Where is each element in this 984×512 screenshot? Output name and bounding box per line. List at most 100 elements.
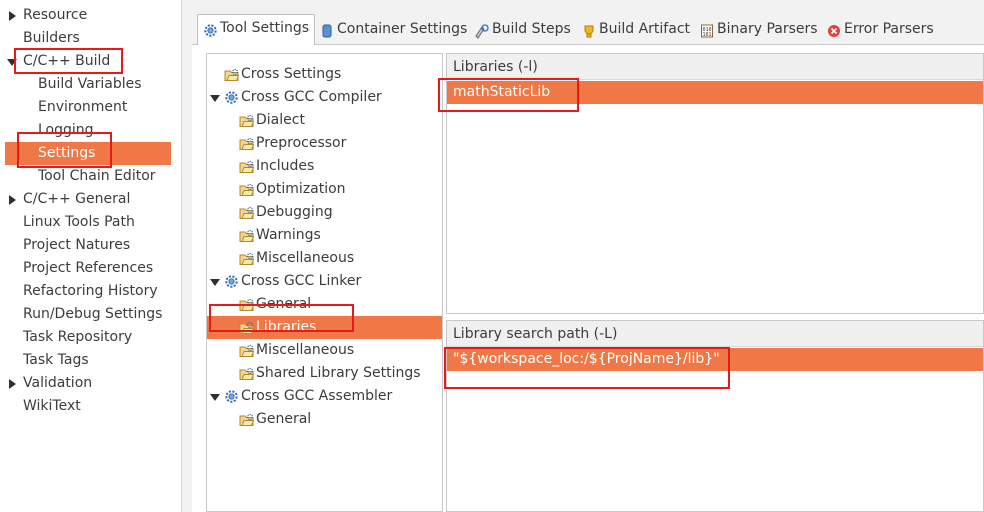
tool-tree-option[interactable]: Preprocessor: [207, 132, 442, 155]
nav-item[interactable]: Build Variables: [5, 73, 171, 96]
tool-tree-option[interactable]: General: [207, 408, 442, 431]
tool-tree-tool[interactable]: Cross GCC Compiler: [207, 86, 442, 109]
option-folder-icon: [239, 205, 255, 220]
tool-tree-tool[interactable]: Cross GCC Linker: [207, 270, 442, 293]
tool-tree-label: General: [256, 296, 312, 312]
nav-item-label: Resource: [23, 7, 88, 23]
option-folder-icon: [239, 228, 255, 243]
tool-tree-option[interactable]: Cross Settings: [207, 63, 442, 86]
tab-label: Tool Settings: [220, 20, 310, 36]
tool-tree-label: Includes: [256, 158, 315, 174]
expand-open-icon[interactable]: [210, 95, 220, 102]
nav-item[interactable]: Task Tags: [5, 349, 171, 372]
tab-build-artifact[interactable]: Build Artifact: [577, 16, 690, 44]
tab-build-steps[interactable]: Build Steps: [470, 16, 572, 44]
expand-closed-icon[interactable]: [9, 11, 16, 21]
tool-tree-option[interactable]: Includes: [207, 155, 442, 178]
tool-tree-label: Cross GCC Compiler: [241, 89, 382, 105]
option-folder-icon: [239, 366, 255, 381]
tab-label: Build Steps: [492, 21, 571, 37]
expand-open-icon[interactable]: [210, 394, 220, 401]
expand-open-icon[interactable]: [210, 279, 220, 286]
tool-tree-label: Cross GCC Linker: [241, 273, 362, 289]
libraries-panel: Libraries (-l) mathStaticLib: [446, 53, 984, 314]
nav-item[interactable]: Run/Debug Settings: [5, 303, 171, 326]
option-folder-icon: [239, 251, 255, 266]
option-folder-icon: [239, 136, 255, 151]
tool-tree-label: Cross Settings: [241, 66, 342, 82]
tab-label: Build Artifact: [599, 21, 690, 37]
nav-item[interactable]: C/C++ General: [5, 188, 171, 211]
build-steps-icon: [475, 22, 489, 39]
settings-area: Tool Settings Container Settings Build Ste…: [192, 0, 984, 512]
tool-tree-option[interactable]: Miscellaneous: [207, 247, 442, 270]
tab-label: Container Settings: [337, 21, 468, 37]
tool-tree-label: General: [256, 411, 312, 427]
nav-item[interactable]: Tool Chain Editor: [5, 165, 171, 188]
nav-item-label: Refactoring History: [23, 283, 158, 299]
expand-open-icon[interactable]: [7, 59, 17, 66]
nav-item[interactable]: Resource: [5, 4, 171, 27]
option-folder-icon: [239, 412, 255, 427]
tab-error-parsers[interactable]: Error Parsers: [822, 16, 934, 44]
tool-tree-option[interactable]: Warnings: [207, 224, 442, 247]
library-search-path-title: Library search path (-L): [447, 321, 983, 347]
nav-item[interactable]: Task Repository: [5, 326, 171, 349]
tab-label: Error Parsers: [844, 21, 934, 37]
tool-gear-icon: [224, 274, 239, 289]
nav-item-label: Project Natures: [23, 237, 131, 253]
libraries-panel-title: Libraries (-l): [447, 54, 983, 80]
tab-label: Binary Parsers: [717, 21, 818, 37]
nav-item-label: Task Tags: [23, 352, 89, 368]
nav-item[interactable]: C/C++ Build: [5, 50, 171, 73]
nav-item-label: Project References: [23, 260, 154, 276]
library-list-item[interactable]: mathStaticLib: [447, 81, 983, 104]
tool-gear-icon: [224, 90, 239, 105]
option-folder-icon: [224, 67, 240, 82]
nav-item[interactable]: Environment: [5, 96, 171, 119]
tool-settings-content: Cross Settings Cross GCC Compiler Dialect P…: [192, 45, 984, 512]
nav-item-label: Build Variables: [38, 76, 142, 92]
tool-tree-label: Preprocessor: [256, 135, 347, 151]
nav-item[interactable]: Builders: [5, 27, 171, 50]
property-nav-tree: Resource Builders C/C++ Build Build Variabl…: [0, 0, 182, 512]
option-folder-icon: [239, 182, 255, 197]
option-folder-icon: [239, 113, 255, 128]
option-folder-icon: [239, 343, 255, 358]
tool-tree-option[interactable]: Debugging: [207, 201, 442, 224]
tab-container-settings[interactable]: Container Settings: [315, 16, 468, 44]
tool-tree-label: Miscellaneous: [256, 250, 355, 266]
tool-tree-option[interactable]: Shared Library Settings: [207, 362, 442, 385]
nav-item-label: Task Repository: [23, 329, 133, 345]
tool-gear-icon: [224, 389, 239, 404]
nav-item[interactable]: Validation: [5, 372, 171, 395]
svg-text:101: 101: [703, 32, 712, 38]
tool-tree-option[interactable]: Miscellaneous: [207, 339, 442, 362]
nav-item[interactable]: Linux Tools Path: [5, 211, 171, 234]
tool-tree-label: Dialect: [256, 112, 305, 128]
nav-item[interactable]: Refactoring History: [5, 280, 171, 303]
tab-tool-settings[interactable]: Tool Settings: [197, 14, 315, 45]
nav-item[interactable]: Project Natures: [5, 234, 171, 257]
tool-tree-option[interactable]: Libraries: [207, 316, 442, 339]
tool-tree-label: Cross GCC Assembler: [241, 388, 393, 404]
nav-item-label: Builders: [23, 30, 80, 46]
nav-item[interactable]: Project References: [5, 257, 171, 280]
expand-closed-icon[interactable]: [9, 379, 16, 389]
tool-tree-tool[interactable]: Cross GCC Assembler: [207, 385, 442, 408]
tab-binary-parsers[interactable]: 010 101 Binary Parsers: [695, 16, 818, 44]
tool-tree-option[interactable]: Optimization: [207, 178, 442, 201]
error-icon: [827, 22, 841, 37]
nav-item-label: Tool Chain Editor: [38, 168, 156, 184]
panel-splitter[interactable]: [182, 0, 192, 512]
trophy-icon: [582, 22, 596, 38]
nav-item[interactable]: Settings: [5, 142, 171, 165]
search-path-list-item[interactable]: "${workspace_loc:/${ProjName}/lib}": [447, 348, 983, 371]
tool-tree-option[interactable]: Dialect: [207, 109, 442, 132]
nav-item-label: Logging: [38, 122, 94, 138]
expand-closed-icon[interactable]: [9, 195, 16, 205]
tool-tree: Cross Settings Cross GCC Compiler Dialect P…: [206, 53, 443, 512]
nav-item[interactable]: WikiText: [5, 395, 171, 418]
tool-tree-option[interactable]: General: [207, 293, 442, 316]
nav-item[interactable]: Logging: [5, 119, 171, 142]
